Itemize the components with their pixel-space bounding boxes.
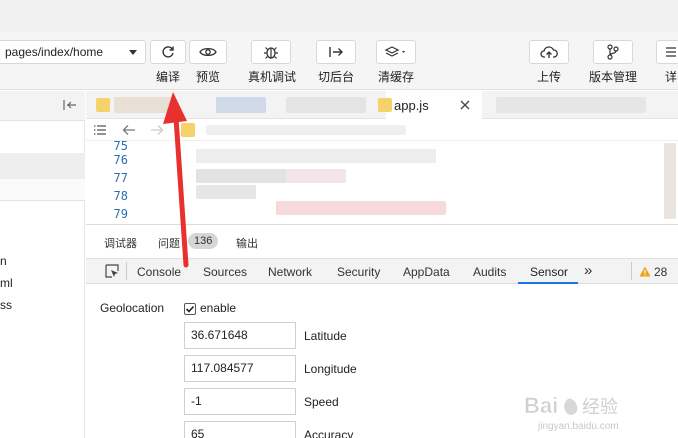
annotation-arrow <box>163 92 189 268</box>
baidu-watermark: Bai 经验 jingyan.baidu.com <box>522 389 672 436</box>
watermark-brand: Bai <box>524 393 558 418</box>
baidu-logo-icon: Bai 经验 jingyan.baidu.com <box>524 393 619 432</box>
watermark-brand-cn: 经验 <box>582 397 618 418</box>
watermark-url: jingyan.baidu.com <box>537 421 619 432</box>
